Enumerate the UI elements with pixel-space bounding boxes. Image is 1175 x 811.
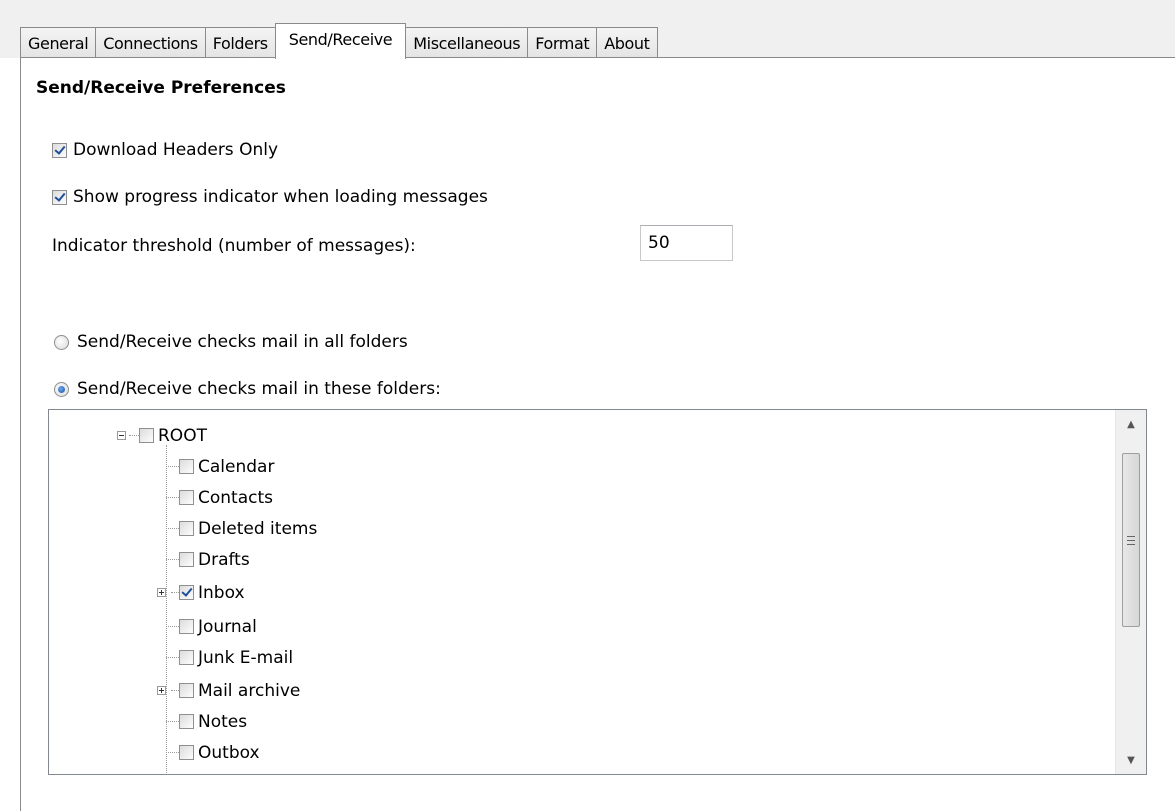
section-title: Send/Receive Preferences (36, 78, 286, 98)
tab-folders[interactable]: Folders (205, 27, 276, 58)
tree-checkbox-calendar[interactable] (179, 459, 194, 474)
tree-checkbox-outbox[interactable] (179, 745, 194, 760)
tab-about[interactable]: About (597, 27, 658, 58)
radio-all-folders-label: Send/Receive checks mail in all folders (77, 332, 408, 352)
tree-checkbox-journal[interactable] (179, 619, 194, 634)
folder-tree-content: ROOT Calendar Contacts Deleted items Dra… (49, 410, 1116, 774)
grip-icon (1127, 535, 1135, 545)
tree-node-notes[interactable]: Notes (179, 706, 247, 737)
tree-checkbox-contacts[interactable] (179, 490, 194, 505)
tree-checkbox-junk-email[interactable] (179, 650, 194, 665)
expand-inbox-icon[interactable] (157, 588, 166, 597)
folder-tree[interactable]: ROOT Calendar Contacts Deleted items Dra… (48, 409, 1147, 775)
tree-checkbox-drafts[interactable] (179, 552, 194, 567)
tree-label-calendar: Calendar (198, 456, 275, 477)
threshold-input[interactable] (640, 225, 733, 261)
radio-these-folders[interactable] (54, 381, 69, 397)
tree-node-root[interactable]: ROOT (139, 420, 207, 451)
download-headers-only-option[interactable]: Download Headers Only (52, 140, 278, 160)
tab-send-receive[interactable]: Send/Receive (274, 23, 407, 59)
tab-list: General Connections Folders Send/Receive… (20, 23, 658, 59)
tree-checkbox-root[interactable] (139, 428, 154, 443)
tree-node-junk-email[interactable]: Junk E-mail (179, 642, 293, 673)
tree-node-partial (179, 768, 198, 774)
threshold-label: Indicator threshold (number of messages)… (52, 236, 416, 256)
download-headers-label: Download Headers Only (73, 140, 279, 160)
collapse-root-icon[interactable] (117, 431, 126, 440)
tree-label-deleted-items: Deleted items (198, 518, 318, 539)
radio-these-folders-label: Send/Receive checks mail in these folder… (77, 379, 441, 399)
tree-label-junk-email: Junk E-mail (198, 647, 294, 668)
tab-miscellaneous[interactable]: Miscellaneous (406, 27, 529, 58)
tab-connections[interactable]: Connections (96, 27, 206, 58)
tree-label-inbox: Inbox (198, 582, 245, 603)
show-progress-checkbox[interactable] (52, 189, 67, 205)
tree-checkbox-inbox[interactable] (179, 585, 194, 600)
tab-general[interactable]: General (20, 27, 97, 58)
tree-node-journal[interactable]: Journal (179, 611, 257, 642)
tree-label-journal: Journal (198, 616, 257, 637)
radio-all-folders[interactable] (54, 334, 69, 350)
tab-format[interactable]: Format (528, 27, 598, 58)
tree-node-mail-archive[interactable]: Mail archive (179, 675, 300, 706)
tree-node-inbox[interactable]: Inbox (179, 577, 245, 608)
tree-label-root: ROOT (158, 425, 207, 446)
download-headers-checkbox[interactable] (52, 142, 67, 158)
tree-scrollbar[interactable]: ▲ ▼ (1115, 410, 1146, 774)
expand-mail-archive-icon[interactable] (157, 686, 166, 695)
tab-strip: General Connections Folders Send/Receive… (0, 0, 1175, 59)
scrollbar-thumb[interactable] (1122, 453, 1140, 627)
tree-label-outbox: Outbox (198, 742, 260, 763)
tree-checkbox-notes[interactable] (179, 714, 194, 729)
tree-label-contacts: Contacts (198, 487, 273, 508)
tree-node-calendar[interactable]: Calendar (179, 451, 274, 482)
tree-label-mail-archive: Mail archive (198, 680, 301, 701)
tree-node-contacts[interactable]: Contacts (179, 482, 273, 513)
tree-label-notes: Notes (198, 711, 248, 732)
radio-all-folders-option[interactable]: Send/Receive checks mail in all folders (54, 332, 408, 352)
tree-checkbox-deleted-items[interactable] (179, 521, 194, 536)
tree-connector (166, 445, 167, 774)
radio-these-folders-option[interactable]: Send/Receive checks mail in these folder… (54, 379, 441, 399)
tree-node-drafts[interactable]: Drafts (179, 544, 250, 575)
scroll-up-icon[interactable]: ▲ (1116, 410, 1146, 438)
tree-node-outbox[interactable]: Outbox (179, 737, 260, 768)
tree-checkbox-mail-archive[interactable] (179, 683, 194, 698)
scroll-down-icon[interactable]: ▼ (1116, 746, 1146, 774)
show-progress-option[interactable]: Show progress indicator when loading mes… (52, 187, 488, 207)
threshold-row: Indicator threshold (number of messages)… (52, 236, 416, 256)
tree-label-drafts: Drafts (198, 549, 250, 570)
show-progress-label: Show progress indicator when loading mes… (73, 187, 488, 207)
tree-node-deleted-items[interactable]: Deleted items (179, 513, 317, 544)
